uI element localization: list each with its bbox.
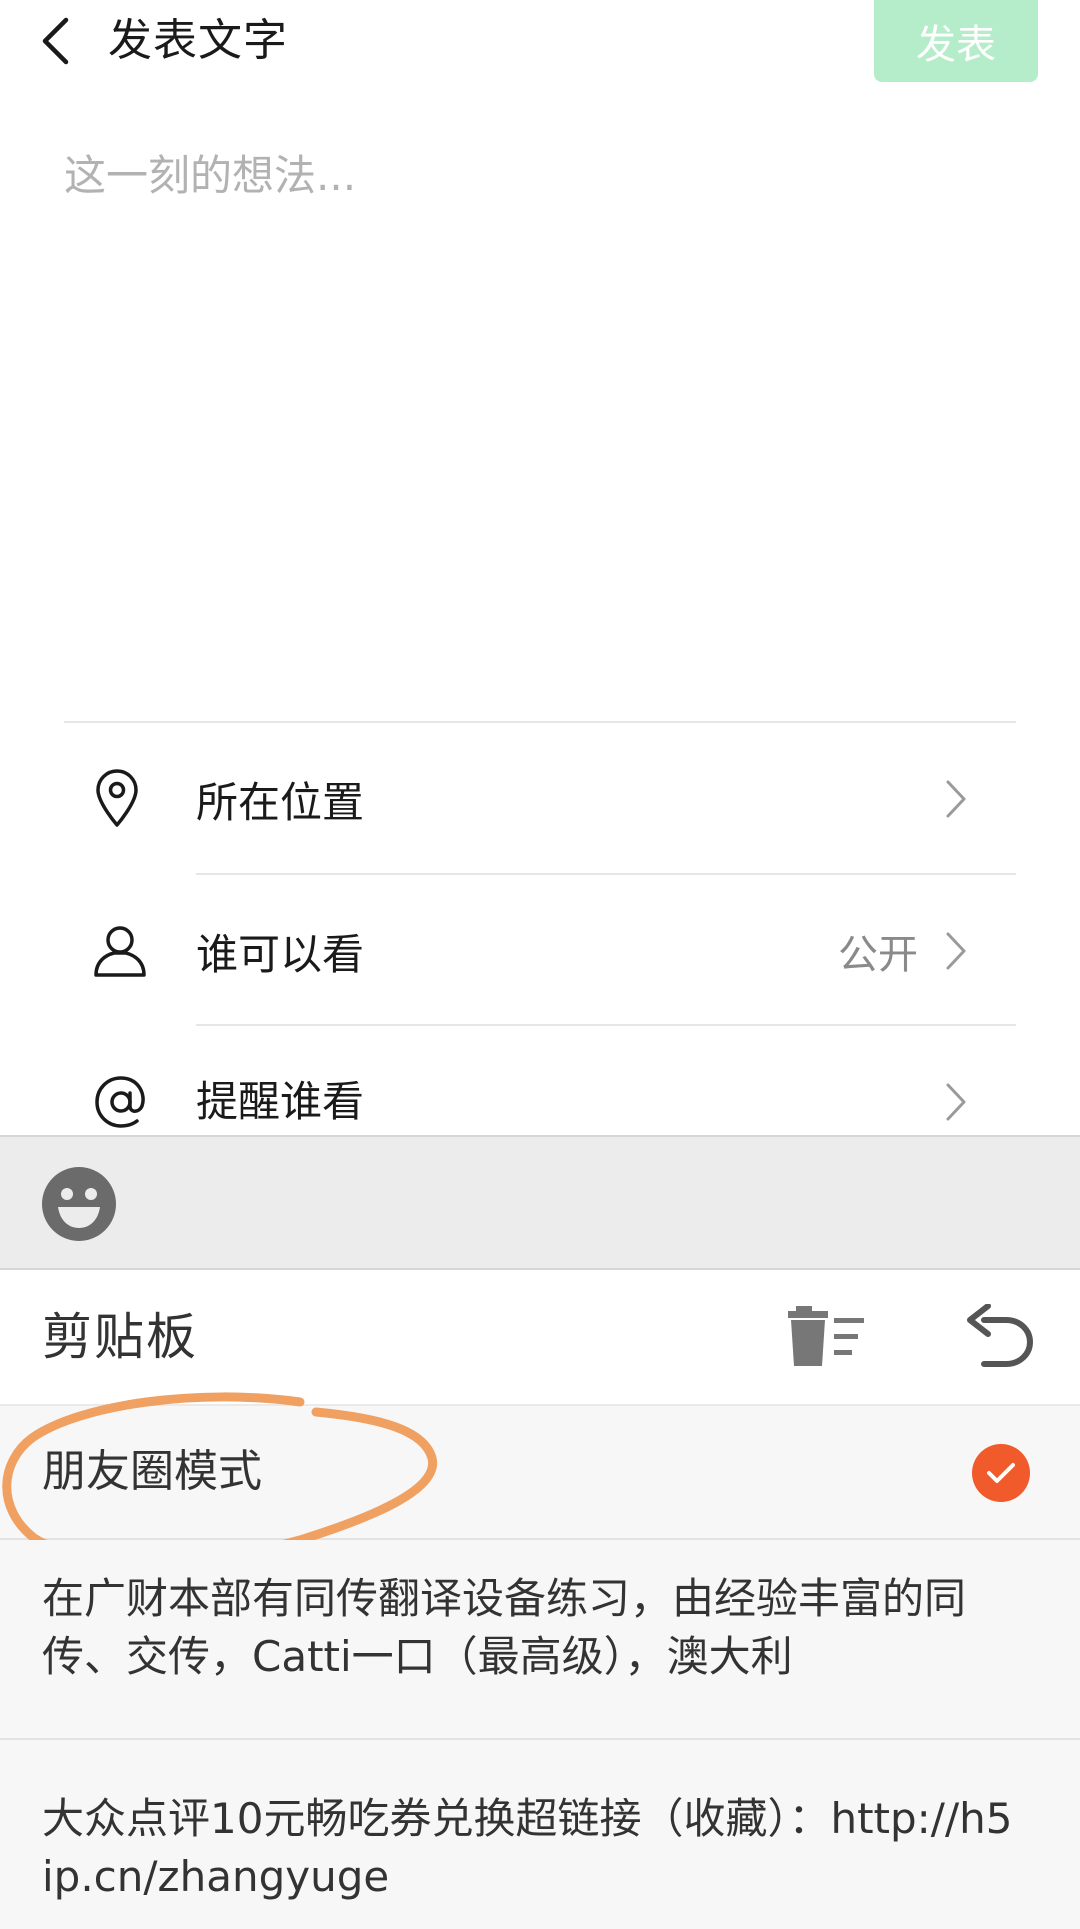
smiley-face-icon (42, 1167, 116, 1241)
option-divider (196, 873, 1016, 875)
clipboard-header: 剪贴板 (0, 1270, 1080, 1404)
option-visibility-label: 谁可以看 (196, 929, 365, 979)
composer-divider (64, 721, 1016, 723)
trash-list-icon (788, 1306, 864, 1366)
clipboard-item-text: 大众点评10元畅吃券兑换超链接（收藏）：http://h5ip.cn/zhang… (42, 1794, 1013, 1901)
moments-mode-option[interactable]: 朋友圈模式 (0, 1404, 1080, 1540)
thought-input[interactable] (64, 140, 1014, 700)
title-bar: 发表文字 发表 (0, 0, 1080, 90)
chevron-right-icon (946, 932, 966, 970)
clipboard-item[interactable]: 在广财本部有同传翻译设备练习，由经验丰富的同传、交传，Catti一口（最高级），… (0, 1540, 1080, 1740)
location-pin-icon (96, 769, 138, 827)
undo-button[interactable] (962, 1303, 1034, 1370)
emoji-toolbar (0, 1135, 1080, 1270)
at-sign-icon (95, 1076, 145, 1128)
option-mention[interactable]: 提醒谁看 (64, 1027, 1016, 1135)
option-location[interactable]: 所在位置 (64, 724, 1016, 874)
clear-clipboard-button[interactable] (786, 1304, 866, 1370)
option-location-label: 所在位置 (196, 777, 365, 827)
publish-button[interactable]: 发表 (874, 0, 1038, 82)
option-visibility[interactable]: 谁可以看 公开 (64, 876, 1016, 1026)
chevron-left-icon (42, 17, 69, 65)
person-icon (94, 926, 146, 977)
page-title: 发表文字 (108, 15, 288, 66)
option-divider (196, 1024, 1016, 1026)
undo-arrow-icon (967, 1303, 1034, 1367)
moments-mode-check[interactable] (972, 1444, 1030, 1502)
option-mention-label: 提醒谁看 (196, 1077, 365, 1126)
emoji-button[interactable] (40, 1165, 118, 1243)
clipboard-item-text: 在广财本部有同传翻译设备练习，由经验丰富的同传、交传，Catti一口（最高级），… (42, 1574, 967, 1681)
chevron-right-icon (946, 780, 966, 818)
back-button[interactable] (30, 6, 80, 76)
chevron-right-icon (946, 1083, 966, 1121)
option-visibility-value: 公开 (838, 932, 918, 978)
moments-mode-label: 朋友圈模式 (42, 1446, 262, 1497)
clipboard-title: 剪贴板 (42, 1308, 198, 1366)
clipboard-item[interactable]: 大众点评10元畅吃券兑换超链接（收藏）：http://h5ip.cn/zhang… (0, 1740, 1080, 1929)
check-icon (987, 1463, 1015, 1483)
